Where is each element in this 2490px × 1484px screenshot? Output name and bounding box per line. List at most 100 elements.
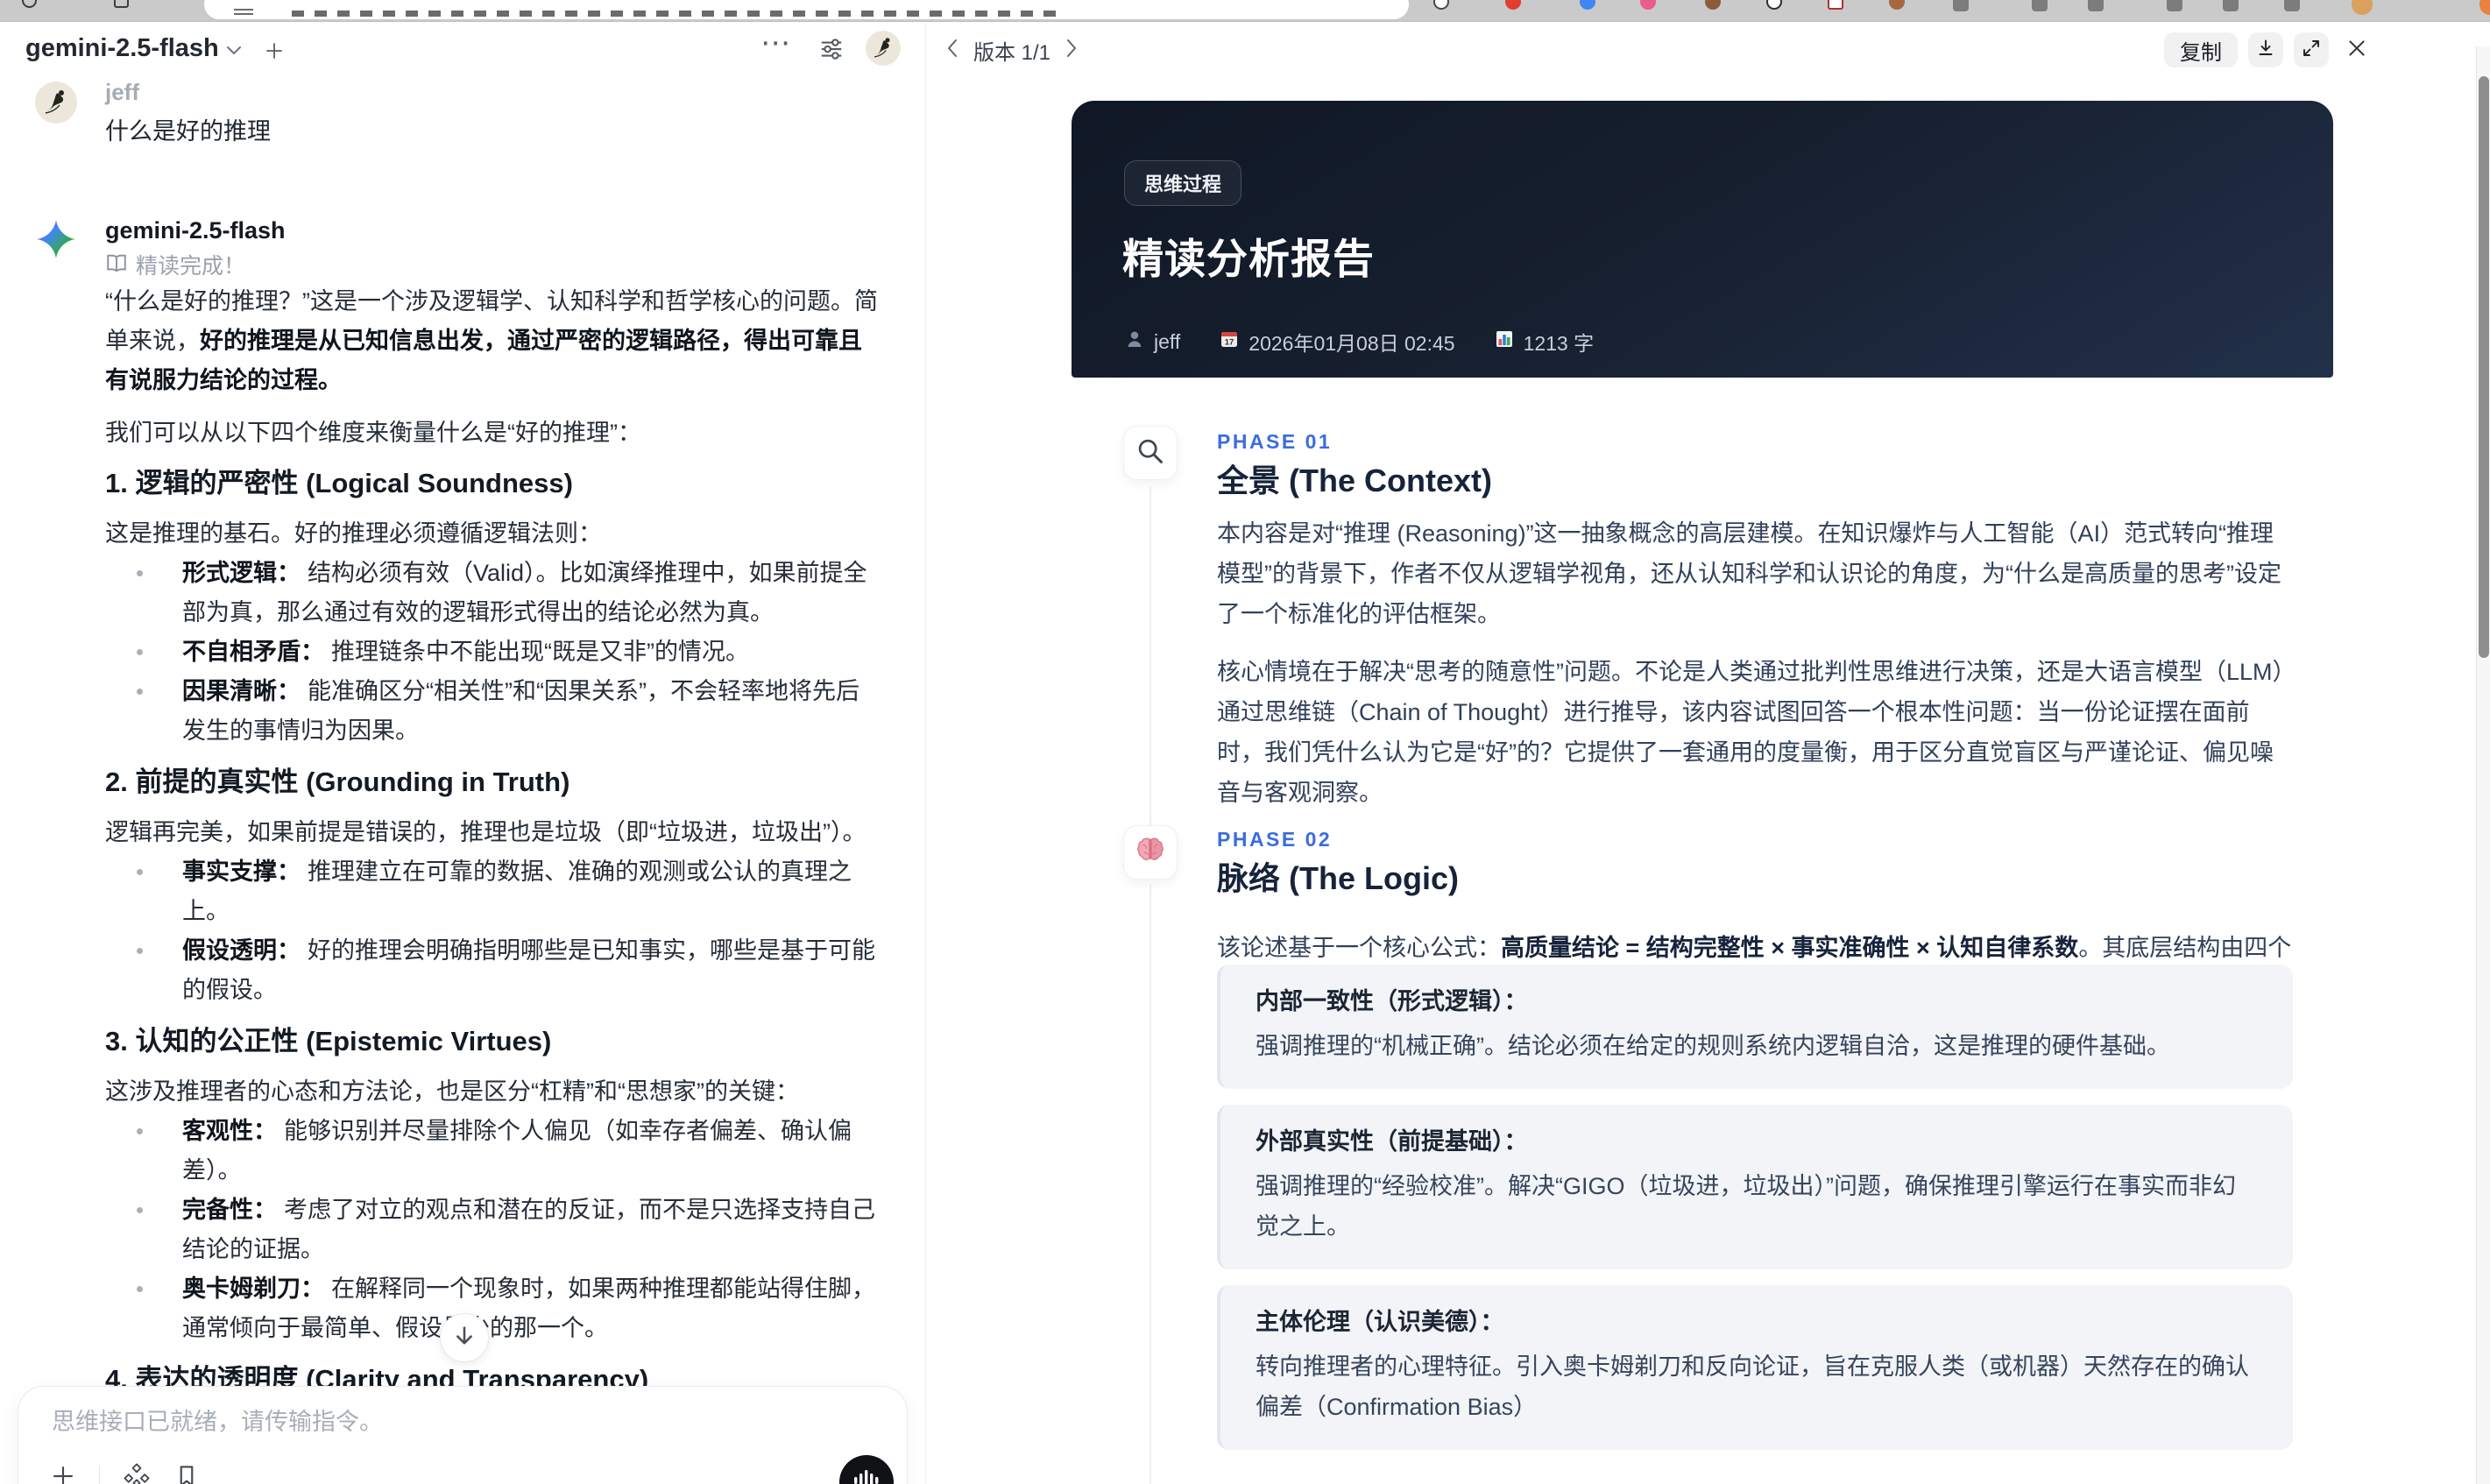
- app-window: gemini-2.5-flash ⋯ jeff 什么是好的推理 gemini-2…: [0, 0, 2490, 1484]
- attach-plus-icon[interactable]: [50, 1463, 76, 1484]
- sliders-icon[interactable]: [818, 36, 845, 67]
- reload-icon[interactable]: [22, 0, 37, 8]
- bullet-item: 奥卡姆剃刀： 在解释同一个现象时，如果两种推理都能站得住脚，通常倾向于最简单、假设…: [137, 1269, 881, 1348]
- timeline-connector: [1150, 487, 1151, 825]
- reasoning-section: 2. 前提的真实性 (Grounding in Truth) 逻辑再完美，如果前…: [105, 765, 881, 1010]
- extension-red-square-icon[interactable]: [1828, 0, 1843, 10]
- bullet-list: 形式逻辑： 结构必须有效（Valid）。比如演绎推理中，如果前提全部为真，那么通过…: [105, 554, 881, 751]
- profile-avatar-icon[interactable]: [2352, 0, 2373, 15]
- scroll-to-bottom-button[interactable]: [440, 1313, 489, 1362]
- section-intro: 这是推理的基石。好的推理必须遵循逻辑法则：: [105, 520, 602, 547]
- person-icon: [1124, 329, 1145, 355]
- chevron-right-icon[interactable]: [1065, 38, 1079, 63]
- version-label: 版本 1/1: [973, 40, 1051, 65]
- extension-tool-icon[interactable]: [2167, 0, 2182, 11]
- dimension-card: 外部真实性（前提基础）： 强调推理的“经验校准”。解决“GIGO（垃圾进，垃圾出…: [1217, 1105, 2293, 1269]
- address-bar[interactable]: [204, 0, 1409, 19]
- dimension-card-title: 内部一致性（形式逻辑）：: [1256, 988, 1528, 1014]
- dimension-card: 主体伦理（认识美德）： 转向推理者的心理特征。引入奥卡姆剃刀和反向论证，旨在克服…: [1217, 1285, 2293, 1450]
- phase1-paragraph-1: 本内容是对“推理 (Reasoning)”这一抽象概念的高层建模。在知识爆炸与人…: [1217, 520, 2281, 627]
- phase1-title: 全景 (The Context): [1217, 463, 1492, 498]
- report-word-count: 1213 字: [1523, 332, 1595, 355]
- section-title: 2. 前提的真实性 (Grounding in Truth): [105, 767, 570, 797]
- tab-grid-icon[interactable]: [114, 0, 129, 8]
- arrow-down-icon: [452, 1324, 477, 1353]
- download-icon: [2255, 38, 2276, 63]
- svg-text:17: 17: [1225, 338, 1234, 348]
- extension-brown-icon[interactable]: [1705, 0, 1721, 10]
- extension-blue-icon[interactable]: [1580, 0, 1595, 10]
- close-icon: [2345, 37, 2368, 64]
- new-chat-button[interactable]: [259, 36, 289, 66]
- chevron-down-icon[interactable]: [226, 45, 242, 60]
- user-message-text: 什么是好的推理: [105, 118, 271, 145]
- timeline-connector: [1150, 885, 1151, 1484]
- calendar-icon: 17: [1219, 329, 1240, 355]
- dimension-card: 内部一致性（形式逻辑）： 强调推理的“机械正确”。结论必须在给定的规则系统内逻辑…: [1217, 965, 2293, 1089]
- dimensions-lead: 我们可以从以下四个维度来衡量什么是“好的推理”：: [105, 420, 641, 446]
- scrollbar-thumb[interactable]: [2479, 76, 2489, 658]
- dimension-cards: 内部一致性（形式逻辑）： 强调推理的“机械正确”。结论必须在给定的规则系统内逻辑…: [1217, 965, 2293, 1450]
- version-navigation: 版本 1/1: [945, 34, 1079, 66]
- dimension-card-title: 外部真实性（前提基础）：: [1256, 1128, 1528, 1155]
- extension-brown-2-icon[interactable]: [1889, 0, 1905, 10]
- bullet-item: 完备性： 考虑了对立的观点和潜在的反证，而不是只选择支持自己结论的证据。: [137, 1191, 881, 1269]
- extension-grid-icon[interactable]: [2284, 0, 2300, 11]
- chevron-left-icon[interactable]: [945, 38, 959, 63]
- dimension-card-body: 强调推理的“机械正确”。结论必须在给定的规则系统内逻辑自洽，这是推理的硬件基础。: [1256, 1033, 2170, 1059]
- edge-sliver-icon[interactable]: [2479, 0, 2490, 15]
- reasoning-section: 1. 逻辑的严密性 (Logical Soundness) 这是推理的基石。好的…: [105, 466, 881, 751]
- expand-button[interactable]: [2294, 32, 2329, 67]
- reasoning-sections: 1. 逻辑的严密性 (Logical Soundness) 这是推理的基石。好的…: [105, 466, 881, 1484]
- more-options-button[interactable]: ⋯: [760, 25, 792, 60]
- bullet-item: 假设透明： 好的推理会明确指明哪些是已知事实，哪些是基于可能的假设。: [137, 931, 881, 1010]
- extension-slider-icon[interactable]: [2032, 0, 2048, 11]
- phase2-label: PHASE 02: [1217, 828, 1333, 851]
- report-meta: jeff 17 2026年01月08日 02:45 1213 字: [1124, 327, 1594, 357]
- bullet-list: 客观性： 能够识别并尽量排除个人偏见（如幸存者偏差、确认偏差）。 完备性： 考虑了对…: [105, 1112, 881, 1348]
- dimension-card-title: 主体伦理（认识美德）：: [1256, 1309, 1504, 1335]
- browser-chrome-strip: [0, 0, 2490, 22]
- bullet-item: 形式逻辑： 结构必须有效（Valid）。比如演绎推理中，如果前提全部为真，那么通过…: [137, 554, 881, 632]
- thinking-process-badge: 思维过程: [1124, 160, 1242, 206]
- skills-diamonds-icon[interactable]: [123, 1462, 151, 1484]
- phase1-paragraph-2: 核心情境在于解决“思考的随意性”问题。不论是人类通过批判性思维进行决策，还是大语…: [1217, 659, 2296, 806]
- bar-chart-icon: [1494, 329, 1515, 355]
- chat-header: gemini-2.5-flash ⋯: [0, 22, 925, 76]
- expand-icon: [2301, 38, 2322, 63]
- extension-pin-icon[interactable]: [1953, 0, 1969, 11]
- message-input[interactable]: [50, 1408, 838, 1437]
- message-author: jeff: [105, 79, 139, 105]
- copy-button[interactable]: 复制: [2164, 32, 2238, 67]
- composer: [18, 1386, 908, 1484]
- magnifier-icon: [1135, 436, 1165, 470]
- user-avatar[interactable]: [866, 31, 901, 66]
- artifact-panel: 版本 1/1 复制 思维过程 精读分析报告 jeff 17 2026年01月08…: [926, 22, 2490, 1484]
- phase1-icon-card: [1123, 426, 1178, 480]
- bullet-item: 不自相矛盾： 推理链条中不能出现“既是又非”的情况。: [137, 632, 881, 672]
- extension-globe-icon[interactable]: [2223, 0, 2239, 11]
- composer-divider: [99, 1465, 100, 1484]
- extension-panda-icon[interactable]: [1766, 0, 1782, 10]
- section-title: 3. 认知的公正性 (Epistemic Virtues): [105, 1026, 552, 1056]
- chat-panel: gemini-2.5-flash ⋯ jeff 什么是好的推理 gemini-2…: [0, 22, 925, 1484]
- section-intro: 这涉及推理者的心态和方法论，也是区分“杠精”和“思想家”的关键：: [105, 1078, 799, 1105]
- phase2-icon-card: [1123, 825, 1178, 880]
- extension-w-icon[interactable]: [1433, 0, 1449, 10]
- bookmark-icon[interactable]: [173, 1463, 200, 1484]
- gemini-star-icon: [35, 218, 77, 260]
- waveform-icon: [852, 1467, 881, 1484]
- voice-input-button[interactable]: [839, 1455, 894, 1484]
- download-button[interactable]: [2248, 32, 2283, 67]
- brain-icon: [1135, 835, 1166, 871]
- extension-red-icon[interactable]: [1505, 0, 1521, 10]
- extension-pink-icon[interactable]: [1640, 0, 1656, 10]
- close-artifact-button[interactable]: [2339, 32, 2374, 67]
- book-icon: [105, 251, 128, 281]
- extension-cursor-icon[interactable]: [2088, 0, 2104, 11]
- report-title: 精读分析报告: [1122, 236, 1375, 282]
- menu-icon[interactable]: [234, 9, 253, 15]
- model-title[interactable]: gemini-2.5-flash: [25, 34, 219, 63]
- avatar: [35, 81, 77, 124]
- url-text-partial: [292, 11, 1063, 17]
